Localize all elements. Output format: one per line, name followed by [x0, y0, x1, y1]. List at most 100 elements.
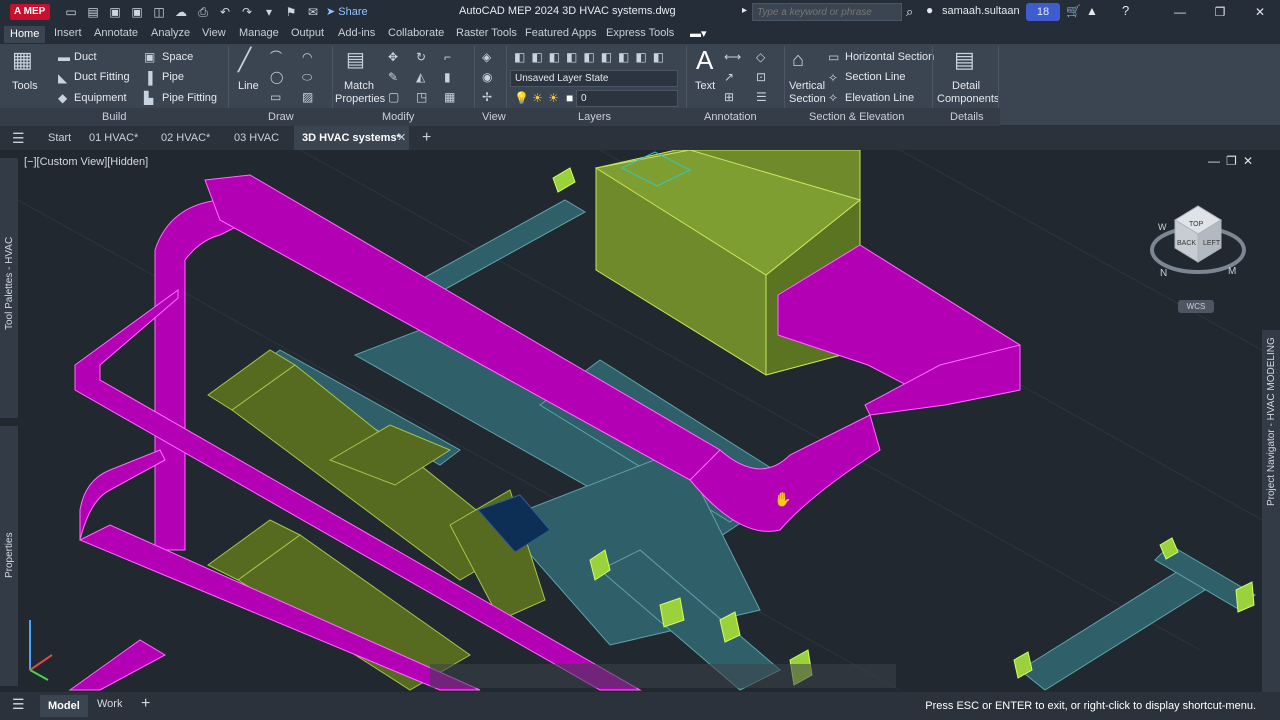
save-cloud-icon[interactable]: ☁ — [172, 4, 190, 20]
tab-view[interactable]: View — [202, 27, 226, 39]
vertical-section-label-1[interactable]: Vertical — [789, 80, 825, 92]
properties-label[interactable]: Properties — [4, 532, 15, 578]
move-icon[interactable]: ✥ — [388, 50, 398, 64]
line-button[interactable]: Line — [238, 80, 259, 92]
polyline-icon[interactable]: ⌒ — [270, 50, 282, 64]
send-icon[interactable]: ⚑ — [282, 4, 300, 20]
add-tab-icon[interactable]: + — [422, 126, 431, 150]
work-tab[interactable]: Work — [97, 698, 122, 710]
model-viewport[interactable]: ✋ [−][Custom View][Hidden] TOP BACK LEFT… — [0, 150, 1280, 692]
stretch-icon[interactable]: ▢ — [388, 90, 399, 104]
save-icon[interactable]: ▣ — [106, 4, 124, 20]
vertical-section-label-2[interactable]: Section — [789, 93, 826, 105]
detail-label-1[interactable]: Detail — [952, 80, 980, 92]
equipment-button[interactable]: Equipment — [74, 92, 127, 104]
horizontal-section-button[interactable]: Horizontal Section — [845, 51, 934, 63]
viewport-restore-icon[interactable]: ❐ — [1226, 154, 1237, 168]
layer-state-dropdown[interactable] — [510, 70, 678, 87]
tab-insert[interactable]: Insert — [54, 27, 82, 39]
detail-components-icon[interactable]: ▤ — [954, 48, 975, 72]
chevron-right-icon[interactable]: ▸ — [742, 5, 747, 16]
tab-manage[interactable]: Manage — [239, 27, 279, 39]
new-icon[interactable]: ▭ — [62, 4, 80, 20]
web-save-icon[interactable]: ◫ — [150, 4, 168, 20]
ellipse-icon[interactable]: ⬭ — [302, 70, 312, 84]
layer-dropdown[interactable] — [576, 90, 678, 107]
print-icon[interactable]: ⎙ — [194, 4, 212, 20]
pipe-fitting-button[interactable]: Pipe Fitting — [162, 92, 217, 104]
dimension-icon[interactable]: ⟷ — [724, 50, 741, 64]
rectangle-icon[interactable]: ▭ — [270, 90, 281, 104]
tab-annotate[interactable]: Annotate — [94, 27, 138, 39]
view-cube[interactable] — [1150, 205, 1246, 274]
viewport-close-icon[interactable]: ✕ — [1243, 154, 1253, 168]
scale-icon[interactable]: ◳ — [416, 90, 427, 104]
duct-fitting-button[interactable]: Duct Fitting — [74, 71, 130, 83]
tab-add-ins[interactable]: Add-ins — [338, 27, 375, 39]
close-tab-icon[interactable]: ✕ — [397, 126, 406, 150]
section-elevation-panel-label[interactable]: Section & Elevation — [809, 111, 904, 123]
doc-tab-01-hvac[interactable]: 01 HVAC* — [89, 126, 138, 150]
annotation-panel-label[interactable]: Annotation — [704, 111, 757, 123]
tools-label[interactable]: Tools — [12, 80, 38, 92]
layers-panel-label[interactable]: Layers — [578, 111, 611, 123]
leader-icon[interactable]: ↗ — [724, 70, 734, 84]
keynote-icon[interactable]: ⊡ — [756, 70, 766, 84]
autodesk-icon[interactable]: ▲ — [1086, 4, 1098, 18]
tag-icon[interactable]: ◇ — [756, 50, 765, 64]
match-label-1[interactable]: Match — [344, 80, 374, 92]
add-layout-icon[interactable]: + — [141, 695, 150, 713]
cart-icon[interactable]: 🛒 — [1066, 4, 1081, 18]
project-navigator-label[interactable]: Project Navigator - HVAC MODELING — [1266, 337, 1277, 506]
search-input[interactable] — [752, 3, 902, 21]
navigate-icon[interactable]: ✢ — [482, 90, 492, 104]
tab-analyze[interactable]: Analyze — [151, 27, 190, 39]
text-icon[interactable]: A — [696, 46, 713, 74]
pipe-button[interactable]: Pipe — [162, 71, 184, 83]
menu-icon[interactable]: ☰ — [12, 126, 25, 150]
draw-panel-label[interactable]: Draw — [268, 111, 294, 123]
doc-tab-02-hvac[interactable]: 02 HVAC* — [161, 126, 210, 150]
user-name[interactable]: samaah.sultaan — [942, 5, 1020, 17]
tools-icon[interactable]: ▦ — [12, 48, 33, 72]
detail-label-2[interactable]: Components — [937, 93, 999, 105]
match-label-2[interactable]: Properties — [335, 93, 385, 105]
notification-badge[interactable]: 18 — [1026, 3, 1060, 21]
status-menu-icon[interactable]: ☰ — [12, 696, 25, 713]
tab-output[interactable]: Output — [291, 27, 324, 39]
mail-icon[interactable]: ✉ — [304, 4, 322, 20]
tab-home[interactable]: Home — [4, 26, 46, 43]
text-button[interactable]: Text — [695, 80, 715, 92]
wcs-button[interactable]: WCS — [1178, 300, 1214, 313]
undo-icon[interactable]: ↶ — [216, 4, 234, 20]
modify-panel-label[interactable]: Modify — [382, 111, 414, 123]
arc-icon[interactable]: ◠ — [302, 50, 312, 64]
viewport-minimize-icon[interactable]: — — [1208, 154, 1220, 168]
doc-tab-3d-hvac-systems[interactable]: 3D HVAC systems* — [294, 126, 409, 150]
save-as-icon[interactable]: ▣ — [128, 4, 146, 20]
view-cube-icon[interactable]: ◈ — [482, 50, 491, 64]
ribbon-toggle-icon[interactable]: ▬▾ — [690, 27, 707, 40]
circle-icon[interactable]: ◯ — [270, 70, 283, 84]
rotate-icon[interactable]: ↻ — [416, 50, 426, 64]
app-logo[interactable]: A MEP — [10, 4, 50, 20]
dropdown-icon[interactable]: ▾ — [260, 4, 278, 20]
hvac-3d-model[interactable]: ✋ — [0, 150, 1280, 692]
open-folder-icon[interactable]: ▤ — [84, 4, 102, 20]
match-properties-icon[interactable]: ▤ — [346, 48, 365, 72]
model-tab[interactable]: Model — [40, 695, 88, 717]
redo-icon[interactable]: ↷ — [238, 4, 256, 20]
close-icon[interactable]: ✕ — [1240, 0, 1280, 24]
duct-button[interactable]: Duct — [74, 51, 97, 63]
schedule-icon[interactable]: ☰ — [756, 90, 767, 104]
layer-tools-icon[interactable]: ◧◧◧◧◧◧◧◧◧ — [514, 50, 670, 64]
maximize-icon[interactable]: ❐ — [1200, 0, 1240, 24]
hatch-icon[interactable]: ▨ — [302, 90, 313, 104]
tab-express-tools[interactable]: Express Tools — [606, 27, 674, 39]
doc-tab-start[interactable]: Start — [48, 126, 71, 150]
tool-palettes-label[interactable]: Tool Palettes - HVAC — [4, 237, 15, 330]
copy-icon[interactable]: ✎ — [388, 70, 398, 84]
tab-collaborate[interactable]: Collaborate — [388, 27, 444, 39]
help-icon[interactable]: ? — [1122, 3, 1129, 18]
mirror-icon[interactable]: ◭ — [416, 70, 425, 84]
